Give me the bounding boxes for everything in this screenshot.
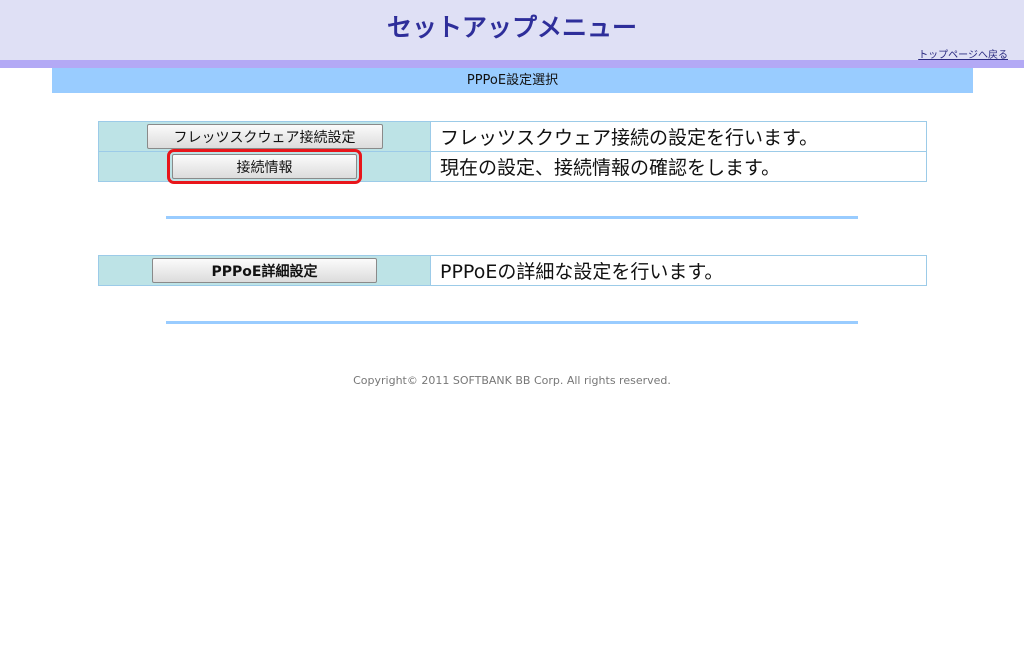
row-description: フレッツスクウェア接続の設定を行います。	[430, 121, 927, 152]
copyright: Copyright© 2011 SOFTBANK BB Corp. All ri…	[353, 374, 671, 387]
row-description: PPPoEの詳細な設定を行います。	[430, 255, 927, 286]
settings-table-2: PPPoE詳細設定 PPPoEの詳細な設定を行います。	[98, 255, 927, 286]
section-title: PPPoE設定選択	[52, 68, 973, 93]
row-description: 現在の設定、接続情報の確認をします。	[430, 151, 927, 182]
settings-table-1: フレッツスクウェア接続設定 フレッツスクウェア接続の設定を行います。 接続情報 …	[98, 121, 927, 184]
pppoe-advanced-settings-button[interactable]: PPPoE詳細設定	[152, 258, 377, 283]
divider	[166, 321, 858, 324]
divider	[166, 216, 858, 219]
table-row: フレッツスクウェア接続設定 フレッツスクウェア接続の設定を行います。	[98, 121, 927, 152]
connection-info-button[interactable]: 接続情報	[167, 149, 362, 184]
header: セットアップメニュー トップページへ戻る	[0, 0, 1024, 61]
flets-square-settings-button[interactable]: フレッツスクウェア接続設定	[146, 124, 383, 149]
header-divider	[0, 60, 1024, 68]
page-title: セットアップメニュー	[386, 13, 637, 42]
back-to-top-page-link[interactable]: トップページへ戻る	[918, 46, 1008, 61]
table-row: 接続情報 現在の設定、接続情報の確認をします。	[98, 149, 927, 184]
table-row: PPPoE詳細設定 PPPoEの詳細な設定を行います。	[98, 255, 927, 286]
